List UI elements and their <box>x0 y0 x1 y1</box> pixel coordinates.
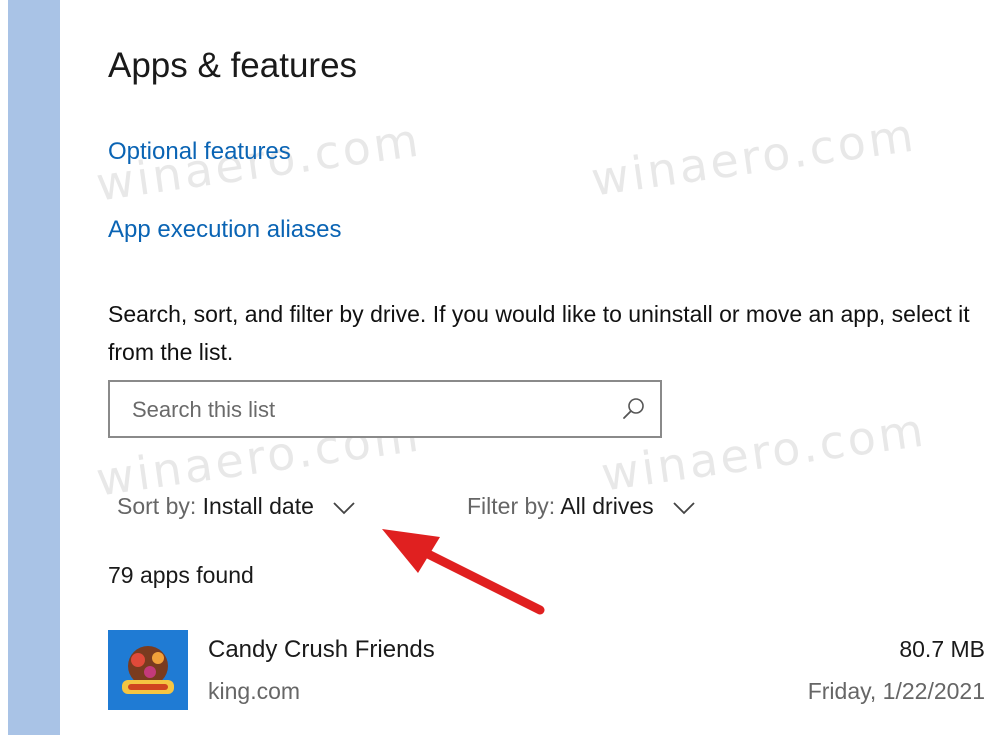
sidebar-edge <box>0 0 60 735</box>
page-title: Apps & features <box>108 46 358 85</box>
chevron-down-icon <box>673 502 695 515</box>
app-name: Candy Crush Friends <box>208 636 435 663</box>
search-input[interactable] <box>110 382 634 438</box>
list-item[interactable]: Candy Crush Friends king.com 80.7 MB Fri… <box>100 620 995 720</box>
chevron-down-icon <box>333 502 355 515</box>
app-execution-aliases-link[interactable]: App execution aliases <box>108 216 341 244</box>
apps-count: 79 apps found <box>108 562 254 588</box>
sort-dropdown[interactable]: Sort by: Install date <box>117 493 356 520</box>
search-box[interactable] <box>108 380 662 438</box>
sort-label: Sort by: <box>117 493 197 519</box>
app-size: 80.7 MB <box>899 636 985 662</box>
annotation-arrow <box>382 529 545 615</box>
search-icon[interactable] <box>620 395 648 423</box>
sort-value: Install date <box>202 493 314 519</box>
window-edge <box>0 0 8 735</box>
optional-features-link[interactable]: Optional features <box>108 138 291 166</box>
app-publisher: king.com <box>208 678 301 704</box>
candy-crush-friends-icon <box>108 630 188 710</box>
filter-value: All drives <box>560 493 654 519</box>
description-text: Search, sort, and filter by drive. If yo… <box>108 301 970 365</box>
app-install-date: Friday, 1/22/2021 <box>807 678 985 704</box>
watermark: winaero.com <box>587 107 920 207</box>
